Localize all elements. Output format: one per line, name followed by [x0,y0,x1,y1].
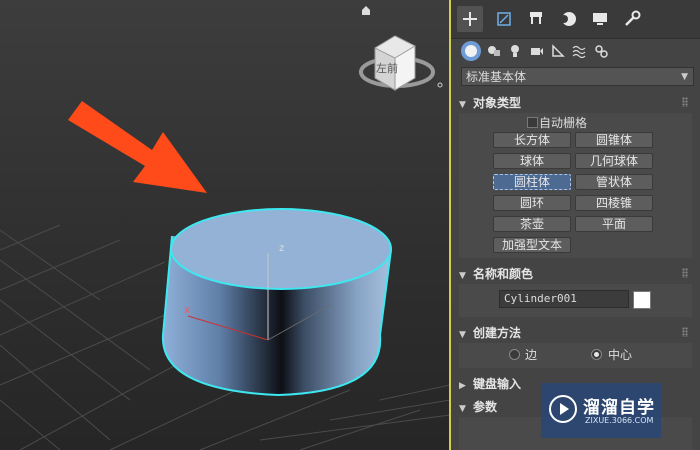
command-panel-tabs [451,0,700,39]
creation-method-title: 创建方法 [473,326,522,340]
gizmo-z-label: z [279,243,284,254]
create-subtabs [451,38,700,64]
center-radio[interactable] [591,349,602,360]
cameras-subtab[interactable] [527,40,547,62]
waves-icon [572,45,586,58]
object-type-button[interactable]: 长方体 [493,132,571,148]
expand-triangle-icon: ▶ [459,381,466,391]
shapes-subtab[interactable] [484,40,504,62]
object-type-button[interactable]: 圆柱体 [493,174,571,190]
modify-tab[interactable] [491,6,517,32]
pointer-arrow [68,101,207,193]
keyboard-entry-title: 键盘输入 [473,377,522,391]
center-radio-label: 中心 [608,348,633,362]
tape-measure-icon [552,44,565,57]
dropdown-value: 标准基本体 [466,70,527,84]
motion-icon [560,12,576,26]
rollout-grip-icon [682,327,688,337]
primitive-category-dropdown[interactable]: 标准基本体 ▼ [461,67,694,86]
autogrid-checkbox[interactable] [527,117,538,128]
parameters-title: 参数 [473,400,498,414]
edge-radio[interactable] [509,349,520,360]
viewport-scene: x z 左前 [0,6,450,450]
creation-method-rollout-header[interactable]: ▼ 创建方法 [459,324,692,342]
perspective-viewport[interactable]: x z 左前 [0,0,450,450]
spacewarps-subtab[interactable] [569,40,589,62]
modify-icon [497,12,511,26]
chevron-down-icon: ▼ [681,72,688,82]
motion-tab[interactable] [555,6,581,32]
gizmo-x-label: x [184,305,190,316]
collapse-triangle-icon: ▼ [459,100,466,110]
object-type-rollout-header[interactable]: ▼ 对象类型 [459,94,692,112]
gears-icon [595,45,608,58]
play-logo-icon [549,395,577,423]
site-watermark: 溜溜自学 ZIXUE.3066.COM [541,383,661,438]
collapse-triangle-icon: ▼ [459,271,466,281]
wrench-icon [625,10,641,26]
helpers-subtab[interactable] [548,40,568,62]
rollout-grip-icon [682,268,688,278]
object-type-button[interactable]: 管状体 [575,174,653,190]
object-type-button[interactable]: 加强型文本 [493,237,571,253]
object-type-button[interactable]: 圆锥体 [575,132,653,148]
name-color-rollout-header[interactable]: ▼ 名称和颜色 [459,265,692,283]
systems-subtab[interactable] [591,40,611,62]
sphere-icon [465,45,477,57]
object-name-field[interactable]: Cylinder001 [499,290,629,308]
object-type-button[interactable]: 圆环 [493,195,571,211]
hierarchy-tab[interactable] [523,6,549,32]
app-window: x z 左前 标准基本体 ▼ ▼ 对象类型 自动栅格 长方体 圆锥体 球体 几何… [0,0,700,450]
hierarchy-icon [530,12,542,24]
object-type-button[interactable]: 茶壶 [493,216,571,232]
shapes-icon [488,46,500,56]
plus-icon [463,12,477,26]
object-type-button[interactable]: 平面 [575,216,653,232]
object-type-rollout: 自动栅格 长方体 圆锥体 球体 几何球体 圆柱体 管状体 圆环 四棱锥 茶壶 平面 加强型文本 [459,113,692,258]
camera-icon [531,48,543,55]
object-type-button[interactable]: 几何球体 [575,153,653,169]
collapse-triangle-icon: ▼ [459,330,466,340]
object-type-button[interactable]: 四棱锥 [575,195,653,211]
creation-method-rollout: 边 中心 [459,343,692,368]
object-color-swatch[interactable] [633,291,651,309]
name-color-title: 名称和颜色 [473,267,534,281]
geometry-subtab[interactable] [461,41,481,61]
watermark-subtitle: ZIXUE.3066.COM [585,416,654,425]
edge-radio-label: 边 [525,348,538,362]
home-icon[interactable] [362,6,370,15]
display-tab[interactable] [587,6,613,32]
autogrid-label: 自动栅格 [539,116,588,130]
object-type-button[interactable]: 球体 [493,153,571,169]
lights-subtab[interactable] [505,40,525,62]
utilities-tab[interactable] [619,6,645,32]
display-icon [593,13,607,25]
watermark-title: 溜溜自学 [583,398,655,418]
cylinder-object[interactable] [161,208,392,397]
create-tab[interactable] [457,6,483,32]
object-type-title: 对象类型 [473,96,522,110]
rollout-grip-icon [682,97,688,107]
light-bulb-icon [511,45,519,57]
viewcube[interactable]: 左前 [359,35,443,91]
viewcube-face-label: 左前 [376,61,398,75]
name-color-rollout: Cylinder001 [459,284,692,317]
collapse-triangle-icon: ▼ [459,404,466,414]
